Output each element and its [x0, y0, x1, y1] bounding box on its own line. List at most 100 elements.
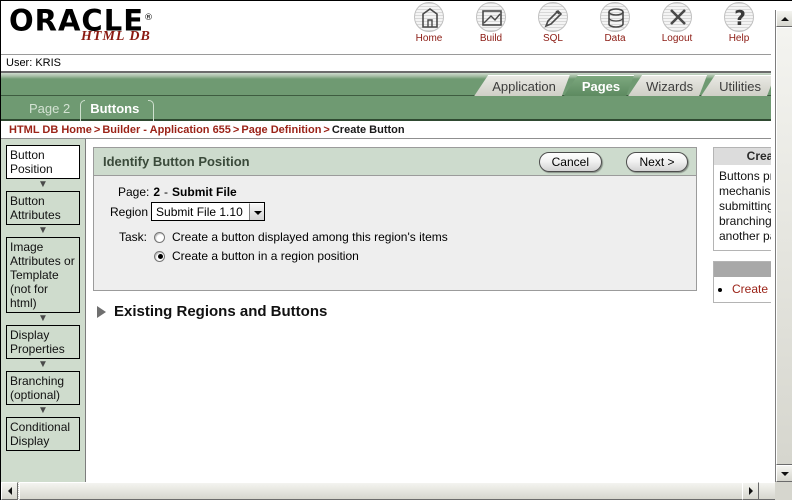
subtab-buttons-label: Buttons — [90, 101, 140, 116]
breadcrumb-item-home[interactable]: HTML DB Home — [9, 124, 92, 136]
wizard-arrow-1: ▼ — [38, 179, 48, 190]
tasks-box-body: Create Button — [714, 277, 771, 302]
subtab-buttons[interactable]: Buttons — [80, 98, 155, 121]
wizard-step-branching[interactable]: Branching (optional) — [6, 371, 80, 405]
task-option-row-2: Create a button in a region position — [106, 249, 696, 263]
home-icon — [414, 2, 444, 32]
tab-pages[interactable]: Pages — [564, 75, 634, 96]
page-row: Page: 2 - Submit File — [106, 185, 696, 199]
scrollbar-corner — [775, 482, 792, 500]
body-area: Button Position ▼ Button Attributes ▼ Im… — [1, 139, 771, 482]
next-button[interactable]: Next > — [626, 152, 688, 172]
registered-mark: ® — [144, 13, 154, 23]
product-name: HTML DB — [81, 29, 151, 44]
panel-button-group: Cancel Next > — [538, 152, 688, 172]
wizard-step-conditional-display[interactable]: Conditional Display — [6, 417, 80, 451]
wizard-arrow-3: ▼ — [38, 313, 48, 324]
masthead: ORACLE® HTML DB Home Build SQL Data Logo… — [1, 1, 771, 55]
panel-header: Identify Button Position Cancel Next > — [94, 148, 696, 176]
global-icon-bar: Home Build SQL Data Logout ? Help — [407, 2, 761, 44]
icon-label-home: Home — [415, 33, 443, 44]
identify-button-position-panel: Identify Button Position Cancel Next > P… — [93, 147, 697, 291]
radio-label-create-button-among-items: Create a button displayed among this reg… — [172, 230, 448, 244]
tasks-list: Create Button — [718, 282, 771, 296]
scroll-left-arrow-icon[interactable] — [1, 482, 18, 500]
scroll-up-arrow-icon[interactable] — [776, 10, 792, 27]
breadcrumb-item-builder[interactable]: Builder - Application 655 — [102, 124, 231, 136]
region-label: Region — [110, 204, 149, 219]
task-block: Task: Create a button displayed among th… — [106, 230, 696, 263]
radio-label-create-button-in-region-position: Create a button in a region position — [172, 249, 359, 263]
scroll-right-arrow-icon[interactable] — [742, 482, 759, 500]
panel-title: Identify Button Position — [103, 154, 250, 169]
wizard-rail: Button Position ▼ Button Attributes ▼ Im… — [1, 139, 86, 482]
page-dash: - — [164, 185, 169, 199]
tab-application[interactable]: Application — [474, 75, 570, 96]
page-number-value: 2 — [153, 185, 161, 199]
svg-text:?: ? — [734, 6, 746, 30]
tab-wizards[interactable]: Wizards — [628, 75, 707, 96]
task-option-row-1: Task: Create a button displayed among th… — [106, 230, 696, 244]
panel-body: Page: 2 - Submit File Region Submit File… — [94, 176, 696, 290]
vertical-scroll-thumb[interactable] — [776, 27, 792, 465]
center-column: Identify Button Position Cancel Next > P… — [87, 139, 706, 482]
icon-button-home[interactable]: Home — [407, 2, 451, 44]
page-viewport: ORACLE® HTML DB Home Build SQL Data Logo… — [1, 1, 771, 482]
help-icon: ? — [724, 2, 754, 32]
scroll-down-arrow-icon[interactable] — [776, 465, 792, 482]
region-row: Region Submit File 1.10 — [106, 202, 696, 221]
oracle-logo: ORACLE® HTML DB — [9, 3, 189, 44]
breadcrumb-separator-3: > — [323, 124, 330, 136]
breadcrumb-item-page-definition[interactable]: Page Definition — [241, 124, 321, 136]
logout-icon — [662, 2, 692, 32]
icon-label-data: Data — [604, 33, 626, 44]
icon-button-build[interactable]: Build — [469, 2, 513, 44]
help-box-text: Buttons provide a mechanism for submitti… — [719, 169, 771, 243]
region-select-value: Submit File 1.10 — [156, 204, 243, 219]
region-select[interactable]: Submit File 1.10 — [151, 202, 265, 221]
task-label: Task: — [118, 230, 147, 244]
wizard-step-button-position[interactable]: Button Position — [6, 145, 80, 179]
list-item[interactable]: Create Button — [732, 282, 771, 296]
tab-utilities[interactable]: Utilities — [701, 75, 771, 96]
breadcrumb-current: Create Button — [331, 124, 405, 136]
cancel-button[interactable]: Cancel — [538, 152, 602, 172]
sql-icon — [538, 2, 568, 32]
wizard-step-display-properties[interactable]: Display Properties — [6, 325, 80, 359]
user-name-label: User: KRIS — [6, 57, 62, 69]
subtab-left-bracket — [80, 100, 86, 121]
wizard-arrow-4: ▼ — [38, 359, 48, 370]
tasks-box-title-bar — [714, 262, 771, 277]
icon-button-data[interactable]: Data — [593, 2, 637, 44]
radio-create-button-among-items[interactable] — [154, 231, 165, 243]
right-help-column: Create Button Buttons provide a mechanis… — [707, 139, 771, 482]
icon-label-logout: Logout — [661, 33, 693, 44]
horizontal-scroll-thumb[interactable] — [19, 482, 792, 500]
horizontal-scrollbar[interactable] — [1, 482, 792, 500]
page-name-value: Submit File — [172, 185, 237, 199]
radio-create-button-in-region-position[interactable] — [154, 250, 165, 262]
icon-button-logout[interactable]: Logout — [655, 2, 699, 44]
vertical-scrollbar[interactable] — [775, 10, 792, 482]
icon-button-help[interactable]: ? Help — [717, 2, 761, 44]
main-tabs: Application Pages Wizards Utilities — [474, 73, 769, 96]
build-icon — [476, 2, 506, 32]
icon-button-sql[interactable]: SQL — [531, 2, 575, 44]
main-tab-band: Application Pages Wizards Utilities — [1, 73, 771, 96]
help-box-title: Create Button — [714, 148, 771, 165]
existing-regions-and-buttons-toggle[interactable]: Existing Regions and Buttons — [93, 303, 706, 320]
task-link-create-button[interactable]: Create Button — [732, 282, 771, 296]
wizard-step-image-attributes[interactable]: Image Attributes or Template (not for ht… — [6, 237, 80, 313]
subtab-page-2-label: Page 2 — [29, 101, 71, 116]
help-box: Create Button Buttons provide a mechanis… — [713, 147, 771, 251]
breadcrumb-separator-2: > — [232, 124, 240, 136]
breadcrumb-separator-1: > — [93, 124, 101, 136]
wizard-step-button-attributes[interactable]: Button Attributes — [6, 191, 80, 225]
subtab-right-bracket — [148, 100, 155, 121]
triangle-right-icon — [97, 305, 106, 318]
chevron-down-icon[interactable] — [248, 203, 264, 220]
subtab-page-2[interactable]: Page 2 — [19, 98, 80, 121]
wizard-arrow-5: ▼ — [38, 405, 48, 416]
user-strip: User: KRIS — [1, 55, 771, 73]
page-label: Page: — [118, 185, 150, 199]
